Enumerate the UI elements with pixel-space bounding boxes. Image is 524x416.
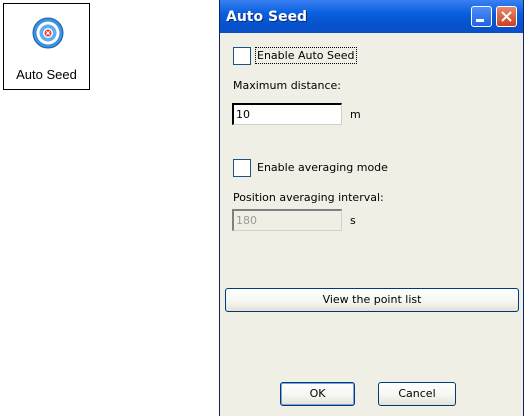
auto-seed-dialog: Auto Seed Enable Auto Seed Maximum dista…: [219, 0, 524, 416]
close-button[interactable]: [496, 6, 517, 27]
averaging-interval-input: 180: [232, 209, 342, 231]
cancel-button[interactable]: Cancel: [378, 382, 456, 406]
averaging-interval-label: Position averaging interval:: [233, 191, 384, 204]
max-distance-label: Maximum distance:: [233, 79, 342, 92]
dialog-body: Enable Auto Seed Maximum distance: 10 m …: [220, 33, 523, 416]
enable-averaging-label[interactable]: Enable averaging mode: [257, 161, 388, 174]
minimize-button[interactable]: [471, 6, 492, 27]
enable-auto-seed-label[interactable]: Enable Auto Seed: [255, 47, 357, 64]
enable-auto-seed-checkbox[interactable]: [233, 47, 251, 65]
window-title: Auto Seed: [226, 9, 308, 25]
view-point-list-button[interactable]: View the point list: [225, 288, 519, 312]
auto-seed-desktop-icon[interactable]: Auto Seed: [3, 3, 90, 90]
ok-button[interactable]: OK: [280, 382, 355, 406]
max-distance-input[interactable]: 10: [232, 103, 342, 125]
enable-averaging-checkbox[interactable]: [233, 159, 251, 177]
averaging-interval-unit: s: [350, 214, 356, 227]
close-icon: [501, 11, 512, 22]
target-icon: [32, 17, 64, 49]
title-bar[interactable]: Auto Seed: [220, 0, 523, 33]
minimize-icon: [476, 19, 484, 22]
desktop-icon-label: Auto Seed: [16, 67, 77, 82]
max-distance-unit: m: [350, 108, 361, 121]
